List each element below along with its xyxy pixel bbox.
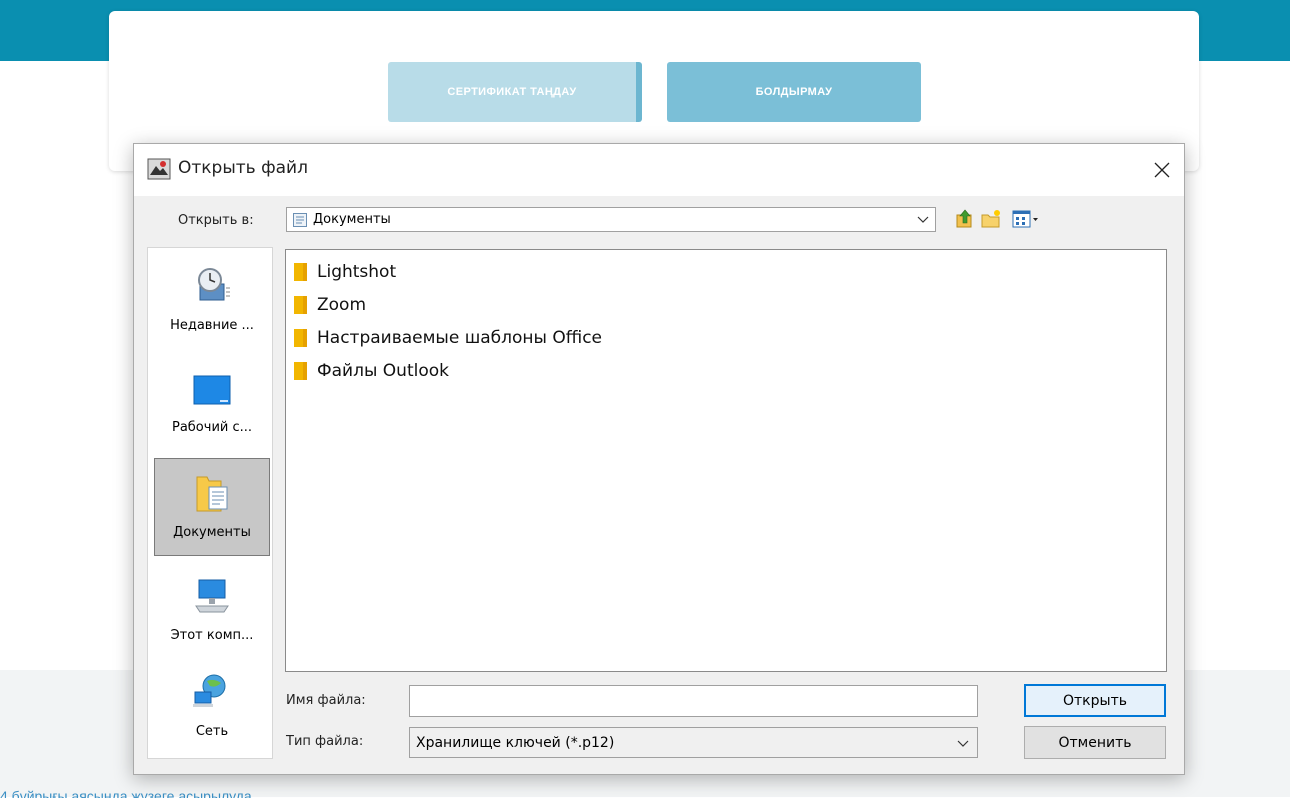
place-this-pc[interactable]: Этот комп... bbox=[154, 562, 270, 660]
file-type-select[interactable]: Хранилище ключей (*.p12) bbox=[409, 727, 978, 758]
close-button[interactable] bbox=[1140, 144, 1184, 196]
network-icon bbox=[193, 674, 226, 707]
documents-small-icon bbox=[293, 213, 307, 227]
places-sidebar: Недавние ... Рабочий с... Документы Этот… bbox=[147, 247, 273, 759]
cancel-page-button[interactable]: БОЛДЫРМАУ bbox=[667, 62, 921, 122]
documents-icon bbox=[196, 476, 228, 512]
footer-link[interactable]: 4 бұйрығы аясында жүзеге асырылуда bbox=[0, 784, 252, 798]
place-network[interactable]: Сеть bbox=[154, 658, 270, 756]
place-label: Документы bbox=[173, 525, 251, 540]
look-in-value: Документы bbox=[313, 212, 391, 227]
cancel-button[interactable]: Отменить bbox=[1024, 726, 1166, 759]
chevron-down-icon bbox=[917, 216, 929, 223]
place-label: Рабочий с... bbox=[171, 420, 253, 435]
place-label: Сеть bbox=[195, 724, 229, 739]
list-item[interactable]: Файлы Outlook bbox=[294, 359, 449, 383]
chevron-down-icon bbox=[957, 740, 969, 747]
look-in-combobox[interactable]: Документы bbox=[286, 207, 936, 232]
open-button[interactable]: Открыть bbox=[1024, 684, 1166, 717]
new-folder-icon[interactable] bbox=[980, 209, 1002, 229]
place-recent[interactable]: Недавние ... bbox=[154, 252, 270, 350]
dialog-titlebar: Открыть файл bbox=[134, 144, 1184, 196]
select-certificate-button[interactable]: СЕРТИФИКАТ ТАҢДАУ bbox=[388, 62, 642, 122]
folder-icon bbox=[294, 296, 307, 314]
dialog-title: Открыть файл bbox=[178, 158, 308, 178]
list-item[interactable]: Lightshot bbox=[294, 260, 396, 284]
folder-icon bbox=[294, 263, 307, 281]
open-file-dialog: Открыть файл Открыть в: Документы Недавн… bbox=[133, 143, 1185, 775]
close-icon bbox=[1154, 162, 1170, 178]
up-one-level-icon[interactable] bbox=[954, 209, 976, 229]
place-documents[interactable]: Документы bbox=[154, 458, 270, 556]
file-list[interactable]: Lightshot Zoom Настраиваемые шаблоны Off… bbox=[285, 249, 1167, 672]
list-item[interactable]: Zoom bbox=[294, 293, 366, 317]
list-item[interactable]: Настраиваемые шаблоны Office bbox=[294, 326, 602, 350]
file-type-value: Хранилище ключей (*.p12) bbox=[416, 735, 615, 751]
file-name-label: Имя файла: bbox=[286, 693, 366, 708]
place-label: Этот комп... bbox=[170, 628, 254, 643]
view-menu-icon[interactable] bbox=[1012, 209, 1040, 229]
place-label: Недавние ... bbox=[170, 318, 254, 333]
file-type-label: Тип файла: bbox=[286, 734, 364, 749]
place-desktop[interactable]: Рабочий с... bbox=[154, 354, 270, 452]
look-in-label: Открыть в: bbox=[178, 213, 254, 228]
desktop-icon bbox=[193, 375, 231, 405]
file-name-input[interactable] bbox=[409, 685, 978, 717]
folder-icon bbox=[294, 329, 307, 347]
recent-items-icon bbox=[198, 268, 230, 301]
folder-icon bbox=[294, 362, 307, 380]
java-app-icon bbox=[147, 158, 171, 180]
computer-icon bbox=[195, 579, 229, 613]
